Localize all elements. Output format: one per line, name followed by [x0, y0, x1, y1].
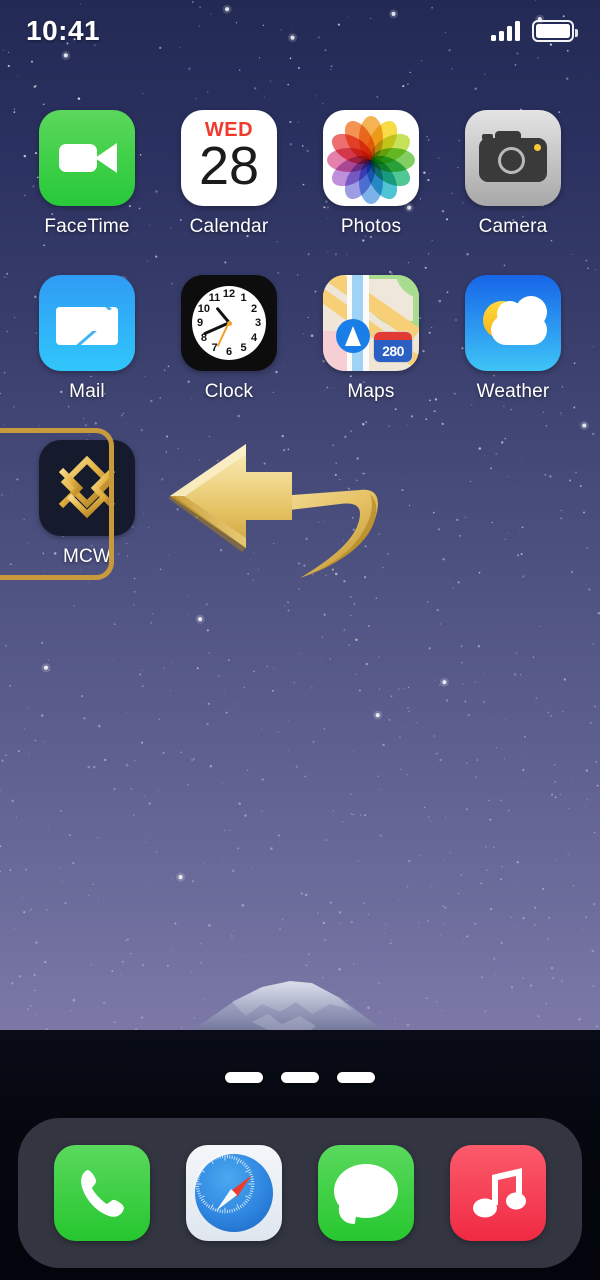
- battery-full-icon: [532, 20, 578, 42]
- safari-compass-needle: [216, 1175, 252, 1211]
- iphone-home-screen: 10:41 FaceTime WED 28 Calendar Photos Ca…: [0, 0, 600, 1280]
- photos-icon[interactable]: [323, 110, 419, 206]
- mail-icon[interactable]: [39, 275, 135, 371]
- app-maps[interactable]: 280 Maps: [300, 275, 442, 403]
- app-label: Calendar: [189, 216, 269, 237]
- highway-shield-icon: 280: [373, 331, 413, 363]
- app-weather[interactable]: Weather: [442, 275, 584, 403]
- clock-numeral: 5: [240, 342, 247, 355]
- app-photos[interactable]: Photos: [300, 110, 442, 238]
- highway-number: 280: [382, 343, 404, 359]
- page-indicator-dash[interactable]: [281, 1072, 319, 1083]
- app-row-1: FaceTime WED 28 Calendar Photos Camera: [16, 110, 600, 238]
- app-label: Mail: [69, 381, 105, 402]
- page-indicator-dash[interactable]: [337, 1072, 375, 1083]
- clock-numeral: 2: [251, 302, 258, 315]
- page-indicator-dash[interactable]: [225, 1072, 263, 1083]
- music-note-glyph: [473, 1168, 526, 1218]
- app-row-2: Mail 12 11 10 9 8 7 6 5 4 3 2 1 Clock 28…: [16, 275, 600, 403]
- gold-arrow-annotation: [160, 438, 390, 583]
- app-calendar[interactable]: WED 28 Calendar: [158, 110, 300, 238]
- app-label: Weather: [476, 381, 550, 402]
- app-label: Maps: [347, 381, 395, 402]
- mcw-icon[interactable]: [39, 440, 135, 536]
- app-label: Clock: [204, 381, 254, 402]
- app-label: MCW: [62, 546, 112, 567]
- app-label: FaceTime: [44, 216, 130, 237]
- camera-icon[interactable]: [465, 110, 561, 206]
- music-icon[interactable]: [450, 1145, 546, 1241]
- clock-icon[interactable]: 12 11 10 9 8 7 6 5 4 3 2 1: [181, 275, 277, 371]
- maps-icon[interactable]: 280: [323, 275, 419, 371]
- status-bar-indicators: [491, 20, 578, 42]
- clock-numeral: 4: [251, 331, 258, 344]
- app-facetime[interactable]: FaceTime: [16, 110, 158, 238]
- status-bar: 10:41: [0, 0, 600, 62]
- clock-numeral: 10: [197, 302, 210, 315]
- app-mcw[interactable]: MCW: [0, 428, 158, 580]
- gold-curved-arrow-icon: [168, 444, 378, 578]
- weather-icon[interactable]: [465, 275, 561, 371]
- phone-handset-glyph: [81, 1170, 124, 1217]
- calendar-date: 28: [198, 136, 260, 196]
- safari-icon[interactable]: [186, 1145, 282, 1241]
- app-camera[interactable]: Camera: [442, 110, 584, 238]
- app-clock[interactable]: 12 11 10 9 8 7 6 5 4 3 2 1 Clock: [158, 275, 300, 403]
- clock-numeral: 9: [196, 317, 204, 329]
- cellular-signal-icon: [491, 21, 520, 41]
- clock-numeral: 12: [222, 288, 236, 300]
- messages-icon[interactable]: [318, 1145, 414, 1241]
- mcw-logo-icon: [58, 455, 116, 519]
- calendar-icon[interactable]: WED 28: [181, 110, 277, 206]
- clock-numeral: 6: [225, 346, 233, 358]
- phone-icon[interactable]: [54, 1145, 150, 1241]
- app-mail[interactable]: Mail: [16, 275, 158, 403]
- app-label: Camera: [478, 216, 548, 237]
- facetime-icon[interactable]: [39, 110, 135, 206]
- page-indicator[interactable]: [0, 1072, 600, 1083]
- status-bar-time: 10:41: [26, 15, 101, 46]
- dock: [18, 1118, 582, 1268]
- app-label: Photos: [340, 216, 402, 237]
- clock-numeral: 1: [240, 291, 247, 304]
- clock-numeral: 3: [254, 317, 262, 329]
